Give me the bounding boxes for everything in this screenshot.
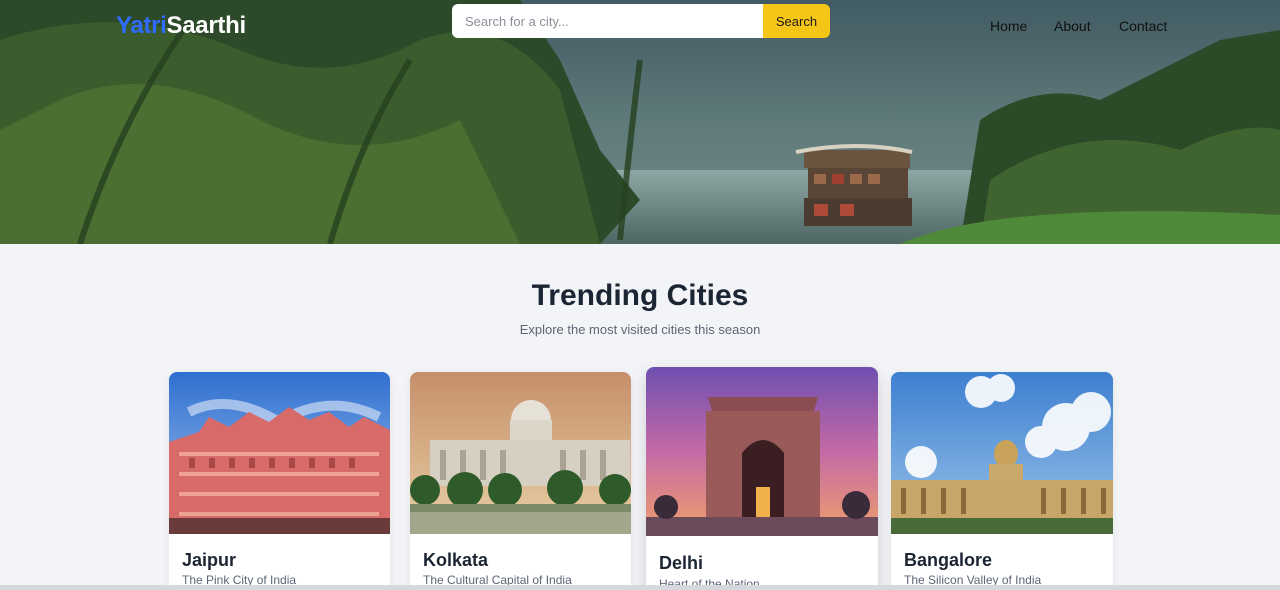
delhi-india-gate-image [646, 367, 878, 536]
brand-logo-part2: Saarthi [166, 12, 247, 39]
city-search-input[interactable] [452, 4, 763, 38]
search-bar: Search [452, 4, 830, 38]
city-name: Kolkata [423, 550, 489, 570]
city-name: Delhi [659, 553, 704, 573]
horizontal-scrollbar[interactable] [0, 585, 1280, 590]
section-title: Trending Cities [531, 279, 749, 312]
brand-logo-part1: Yatri [116, 12, 167, 39]
city-name: Bangalore [904, 550, 993, 570]
city-card-kolkata[interactable]: Kolkata The Cultural Capital of India [410, 372, 631, 590]
section-subtitle: Explore the most visited cities this sea… [519, 322, 761, 337]
bangalore-vidhana-soudha-image [891, 372, 1113, 534]
nav-link-home[interactable]: Home [990, 18, 1027, 34]
nav-link-about[interactable]: About [1054, 18, 1091, 34]
jaipur-hawa-mahal-image [169, 372, 390, 534]
city-card-bangalore[interactable]: Bangalore The Silicon Valley of India [891, 372, 1113, 590]
city-card-delhi[interactable]: Delhi Heart of the Nation [646, 367, 878, 590]
search-button[interactable]: Search [763, 4, 830, 38]
nav-link-contact[interactable]: Contact [1119, 18, 1167, 34]
city-card-jaipur[interactable]: Jaipur The Pink City of India [169, 372, 390, 590]
city-name: Jaipur [182, 550, 237, 570]
brand-logo[interactable]: YatriSaarthi [116, 12, 246, 40]
kolkata-victoria-memorial-image [410, 372, 631, 534]
